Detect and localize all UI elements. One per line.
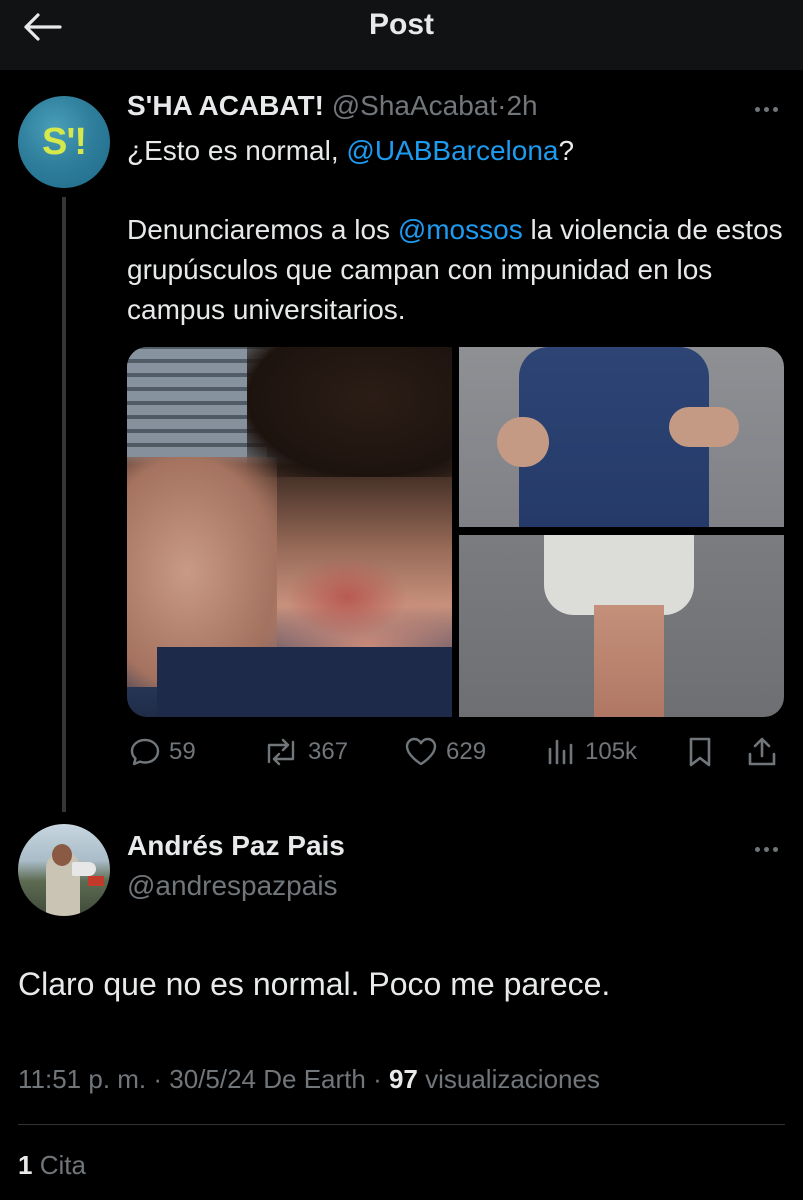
views-total: 97 <box>388 1064 418 1094</box>
page-title: Post <box>368 8 434 41</box>
like-button[interactable]: 629 <box>404 728 486 776</box>
post-text-paragraph-2: Denunciaremos a los @mossos la violencia… <box>127 210 787 330</box>
share-button[interactable] <box>746 728 778 776</box>
post-author-line: S'HA ACABAT! @ShaAcabat·2h <box>127 90 538 122</box>
heart-icon <box>405 737 437 766</box>
views-label: visualizaciones <box>417 1064 600 1094</box>
views-bars-icon <box>548 739 573 765</box>
thread-connector-line <box>62 197 66 812</box>
reply-button[interactable]: 59 <box>129 728 196 776</box>
top-bar: Post <box>0 0 803 70</box>
media-grid <box>127 347 784 717</box>
bookmark-icon <box>689 737 711 767</box>
avatar-andrespazpais[interactable] <box>18 824 110 916</box>
quotes-count: 1 <box>18 1150 33 1180</box>
quotes-link[interactable]: 1 Cita <box>18 1150 86 1181</box>
post-metadata: 11:51 p. m. · 30/5/24 De Earth · 97 visu… <box>18 1064 600 1095</box>
avatar-shaacabat[interactable]: S'! <box>18 96 110 188</box>
photo-neck-injury[interactable] <box>127 347 452 717</box>
avatar-logo: S'! <box>41 120 87 163</box>
divider <box>18 1124 785 1125</box>
repost-count: 367 <box>308 738 349 765</box>
post-time[interactable]: 2h <box>506 90 537 121</box>
post-action-bar: 59 367 629 105k <box>127 728 787 776</box>
post-time[interactable]: 11:51 p. m. <box>18 1064 146 1094</box>
text-segment: ? <box>558 135 575 166</box>
author-name[interactable]: S'HA ACABAT! <box>127 90 324 121</box>
post-date-source: 30/5/24 De Earth <box>169 1064 366 1094</box>
reply-count: 59 <box>169 738 196 765</box>
post-text-line-1: ¿Esto es normal, @UABBarcelona? <box>127 131 787 171</box>
mention-mossos[interactable]: @mossos <box>398 214 523 245</box>
like-count: 629 <box>446 738 487 765</box>
photo-torn-shirt[interactable] <box>459 347 784 527</box>
photo-leg-injury[interactable] <box>459 535 784 717</box>
separator-dot: · <box>146 1064 170 1094</box>
separator-dot: · <box>365 1064 389 1094</box>
bookmark-button[interactable] <box>685 728 715 776</box>
repost-icon <box>267 738 295 766</box>
repost-button[interactable]: 367 <box>262 728 348 776</box>
views-count: 105k <box>585 738 638 765</box>
text-segment: Denunciaremos a los <box>127 214 398 245</box>
mention-uabbarcelona[interactable]: @UABBarcelona <box>346 135 558 166</box>
share-icon <box>748 737 776 766</box>
reply-author-name[interactable]: Andrés Paz Pais <box>127 830 345 862</box>
reply-bubble-icon <box>130 738 160 766</box>
quotes-label: Cita <box>32 1150 86 1180</box>
more-options-button[interactable] <box>746 96 786 122</box>
reply-text: Claro que no es normal. Poco me parece. <box>18 966 611 1002</box>
more-horizontal-icon <box>754 846 760 852</box>
text-segment: ¿Esto es normal, <box>127 135 347 166</box>
more-horizontal-icon <box>754 106 760 112</box>
views-button[interactable]: 105k <box>545 728 637 776</box>
author-handle[interactable]: @ShaAcabat <box>332 90 497 121</box>
reply-author-handle[interactable]: @andrespazpais <box>127 870 338 902</box>
reply-more-options-button[interactable] <box>746 836 786 862</box>
